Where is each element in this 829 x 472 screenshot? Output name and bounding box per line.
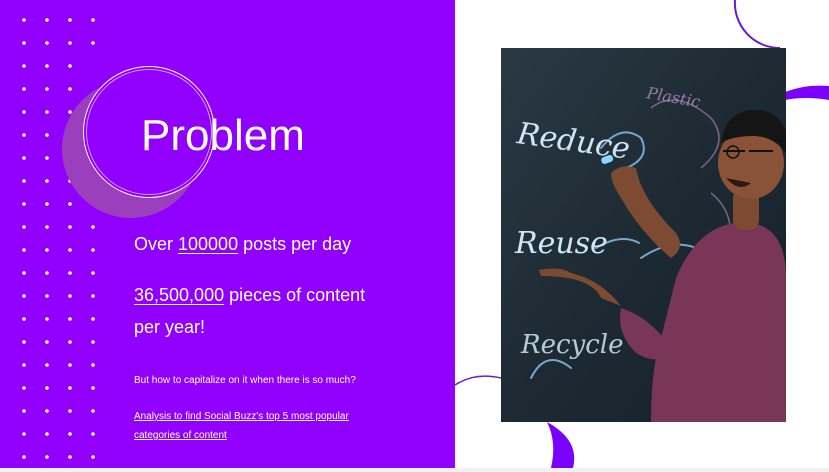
dot [22,225,26,229]
slide-title: Problem [141,111,305,160]
dot [22,294,26,298]
dot [45,41,49,45]
dot [68,340,72,344]
dot [45,18,49,22]
dot [91,41,95,45]
stat-highlight-content: 36,500,000 [134,285,225,305]
dot [22,409,26,413]
dot [91,248,95,252]
dot [22,110,26,114]
dot [22,87,26,91]
dot [22,202,26,206]
dot [45,156,49,160]
dot [68,455,72,459]
dot [22,156,26,160]
dot [45,271,49,275]
dot [22,248,26,252]
dot [91,340,95,344]
dot [91,294,95,298]
dot-grid-decoration [22,18,95,459]
slide: Problem Over 100000 posts per day 36,500… [0,0,829,468]
dot [45,202,49,206]
stat-posts-per-day: Over 100000 posts per day [134,233,351,255]
dot [45,294,49,298]
stat-highlight-posts: 100000 [178,234,239,254]
dot [68,41,72,45]
dot [45,386,49,390]
dot [68,386,72,390]
dot [45,87,49,91]
dot [68,64,72,68]
dot [68,225,72,229]
left-panel: Problem Over 100000 posts per day 36,500… [0,0,455,468]
chalkboard-photo: Reduce Reuse Recycle Plastic [501,48,786,422]
dot [91,455,95,459]
dot [45,133,49,137]
dot [22,432,26,436]
dot [45,409,49,413]
stat-content-per-year: 36,500,000 pieces of content per year! [134,279,394,343]
dot [22,271,26,275]
dot [91,271,95,275]
dot [45,110,49,114]
dot [45,363,49,367]
dot [45,248,49,252]
dot [22,18,26,22]
question-text: But how to capitalize on it when there i… [134,375,356,386]
chalk-word-recycle: Recycle [520,330,623,360]
dot [45,64,49,68]
dot [68,432,72,436]
dot [68,271,72,275]
dot [91,386,95,390]
dot [68,87,72,91]
dot [22,179,26,183]
dot [22,386,26,390]
dot [45,432,49,436]
dot [68,202,72,206]
dot [68,294,72,298]
dot [22,363,26,367]
dot [68,363,72,367]
chalk-word-reuse: Reuse [514,226,608,261]
dot [68,18,72,22]
dot [22,340,26,344]
stat-prefix: Over [134,234,179,254]
dot [22,133,26,137]
stat-suffix: posts per day [238,234,352,254]
dot [45,225,49,229]
dot [91,432,95,436]
analysis-link[interactable]: Analysis to find Social Buzz's top 5 mos… [134,407,384,445]
dot [22,317,26,321]
chalkboard-illustration: Reduce Reuse Recycle Plastic [501,48,786,422]
dot [91,409,95,413]
dot [45,317,49,321]
dot [68,317,72,321]
dot [91,225,95,229]
dot [68,248,72,252]
dot [91,317,95,321]
dot [22,41,26,45]
dot [45,455,49,459]
dot [45,340,49,344]
dot [22,64,26,68]
dot [91,18,95,22]
dot [68,409,72,413]
dot [22,455,26,459]
dot [45,179,49,183]
dot [91,363,95,367]
